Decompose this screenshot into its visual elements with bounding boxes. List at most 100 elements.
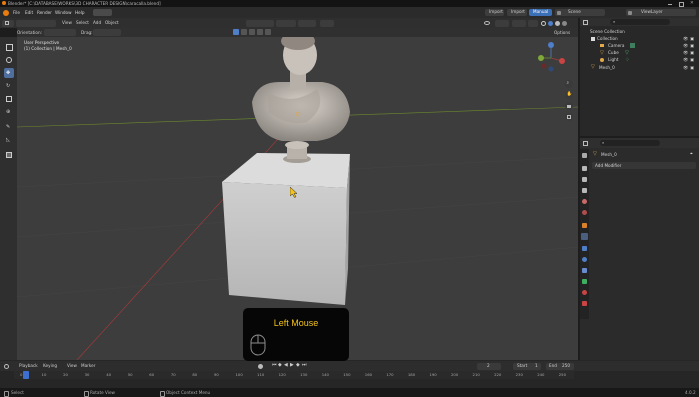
menu-window[interactable]: Window — [55, 10, 72, 15]
render-icon[interactable]: ▣ — [690, 57, 694, 62]
properties-search-input[interactable] — [600, 140, 660, 146]
pan-icon[interactable]: ✋ — [565, 91, 573, 99]
drag-dropdown[interactable]: Select Box — [93, 29, 121, 46]
view-layer-tab-icon[interactable] — [582, 188, 587, 193]
transform-tool-icon[interactable]: ⊕ — [4, 107, 14, 117]
tab-modeling[interactable]: Modeling — [113, 9, 135, 26]
options-button[interactable]: Options — [554, 30, 570, 35]
blender-menu-icon[interactable] — [3, 9, 9, 16]
eye-icon[interactable]: 👁 — [683, 50, 688, 55]
playhead[interactable] — [23, 371, 30, 379]
timeline-ruler[interactable]: 0 10 20 30 40 50 60 70 80 90 100 110 120 130 140 150 160… — [14, 371, 574, 379]
render-icon[interactable]: ▣ — [690, 36, 694, 41]
texture-tab-icon[interactable] — [582, 301, 587, 306]
tab-layout[interactable]: Layout — [93, 9, 112, 26]
menu-file[interactable]: File — [13, 10, 20, 15]
import-button-1[interactable]: Import — [485, 9, 504, 16]
world-tab-icon[interactable] — [582, 210, 587, 215]
end-frame-field[interactable]: End 250 — [546, 362, 574, 370]
menu-playback[interactable]: Playback — [19, 363, 38, 368]
pivot-dropdown[interactable] — [276, 19, 296, 27]
close-button[interactable]: ✕ — [688, 1, 696, 6]
camera-data-icon[interactable] — [630, 43, 635, 48]
maximize-button[interactable] — [677, 1, 685, 7]
tab-rendering[interactable]: Rendering — [267, 9, 292, 26]
overlay-toggle[interactable] — [512, 19, 526, 27]
timeline-editor-icon[interactable] — [4, 363, 9, 369]
outliner-mesh[interactable]: Mesh_0 — [599, 65, 615, 70]
tool-tab-icon[interactable] — [582, 153, 587, 158]
mode-dropdown[interactable]: Object Mode — [16, 19, 56, 36]
material-tab-icon[interactable] — [582, 290, 587, 295]
select-extend-icon[interactable] — [241, 29, 247, 35]
cursor-tool-icon[interactable] — [4, 55, 14, 65]
select-new-icon[interactable] — [233, 29, 239, 35]
manual-button[interactable]: Manual — [529, 9, 552, 16]
outliner-collection[interactable]: Collection — [597, 36, 618, 41]
scale-tool-icon[interactable] — [4, 94, 14, 104]
menu-view[interactable]: View — [67, 363, 77, 368]
next-keyframe-icon[interactable]: ◆ — [296, 363, 300, 369]
select-mode-buttons[interactable] — [233, 29, 277, 36]
rendered-shading-icon[interactable] — [562, 20, 567, 26]
particles-tab-icon[interactable] — [582, 246, 587, 251]
select-tool-icon[interactable] — [4, 42, 14, 52]
orientation-dropdown[interactable]: Default — [44, 29, 76, 46]
play-icon[interactable]: ▶ — [290, 363, 294, 369]
solid-shading-icon[interactable] — [548, 20, 553, 26]
render-icon[interactable]: ▣ — [690, 50, 694, 55]
jump-end-icon[interactable]: ⏭ — [302, 363, 306, 369]
add-modifier-dropdown[interactable]: Add Modifier — [592, 162, 696, 169]
properties-editor-icon[interactable] — [583, 140, 588, 146]
data-tab-icon[interactable] — [582, 279, 587, 284]
record-icon[interactable] — [258, 363, 263, 369]
menu-add[interactable]: Add — [93, 20, 101, 25]
jump-start-icon[interactable]: ⏮ — [272, 363, 276, 369]
tab-uv-editing[interactable]: UV Editing — [161, 9, 187, 26]
outliner-cube[interactable]: Cube — [608, 50, 619, 55]
tab-animation[interactable]: Animation — [240, 9, 266, 26]
outliner-editor-icon[interactable] — [583, 19, 588, 25]
tab-sculpting[interactable]: Sculpting — [136, 9, 159, 26]
viewlayer-selector[interactable]: ViewLayer — [626, 9, 696, 16]
render-tab-icon[interactable] — [582, 166, 587, 171]
menu-render[interactable]: Render — [37, 10, 52, 15]
tab-texture-paint[interactable]: Texture Paint — [188, 9, 218, 26]
wireframe-shading-icon[interactable] — [541, 20, 546, 26]
shading-modes[interactable] — [540, 20, 570, 27]
select-intersect-icon[interactable] — [265, 29, 271, 35]
transform-orientation-dropdown[interactable]: Global — [246, 19, 274, 36]
current-frame-field[interactable]: 2 — [477, 362, 501, 370]
prev-keyframe-icon[interactable]: ◆ — [278, 363, 282, 369]
select-invert-icon[interactable] — [257, 29, 263, 35]
menu-object[interactable]: Object — [105, 20, 119, 25]
play-reverse-icon[interactable]: ◀ — [284, 363, 288, 369]
import-button-2[interactable]: Import — [507, 9, 527, 16]
tab-compositing[interactable]: Compositing — [293, 9, 323, 26]
minimize-button[interactable] — [666, 1, 674, 6]
menu-help[interactable]: Help — [75, 10, 85, 15]
menu-select[interactable]: Select — [76, 20, 89, 25]
pin-icon[interactable]: ⌖ — [690, 152, 693, 157]
outliner-scene-collection[interactable]: Scene Collection — [590, 29, 625, 34]
render-icon[interactable]: ▣ — [690, 65, 694, 70]
eye-icon[interactable]: 👁 — [683, 36, 688, 41]
eye-icon[interactable]: 👁 — [683, 65, 688, 70]
rotate-tool-icon[interactable]: ↻ — [4, 81, 14, 91]
tab-shading[interactable]: Shading — [219, 9, 239, 26]
outliner-light[interactable]: Light — [608, 57, 618, 62]
scene-selector[interactable]: Scene — [555, 9, 605, 16]
menu-keying[interactable]: Keying — [43, 363, 57, 368]
camera-view-icon[interactable] — [565, 102, 573, 110]
menu-edit[interactable]: Edit — [25, 10, 33, 15]
navigation-gizmo[interactable] — [536, 42, 566, 72]
menu-marker[interactable]: Marker — [81, 363, 95, 368]
outliner-search-input[interactable] — [610, 19, 670, 25]
annotate-tool-icon[interactable]: ✎ — [4, 122, 14, 132]
menu-view[interactable]: View — [62, 20, 72, 25]
zoom-icon[interactable]: ⌕ — [565, 80, 573, 88]
outliner-camera[interactable]: Camera — [608, 43, 624, 48]
modifier-tab-icon[interactable] — [581, 233, 588, 240]
light-data-icon[interactable]: ♢ — [625, 57, 629, 63]
measure-tool-icon[interactable]: ◺ — [4, 135, 14, 145]
